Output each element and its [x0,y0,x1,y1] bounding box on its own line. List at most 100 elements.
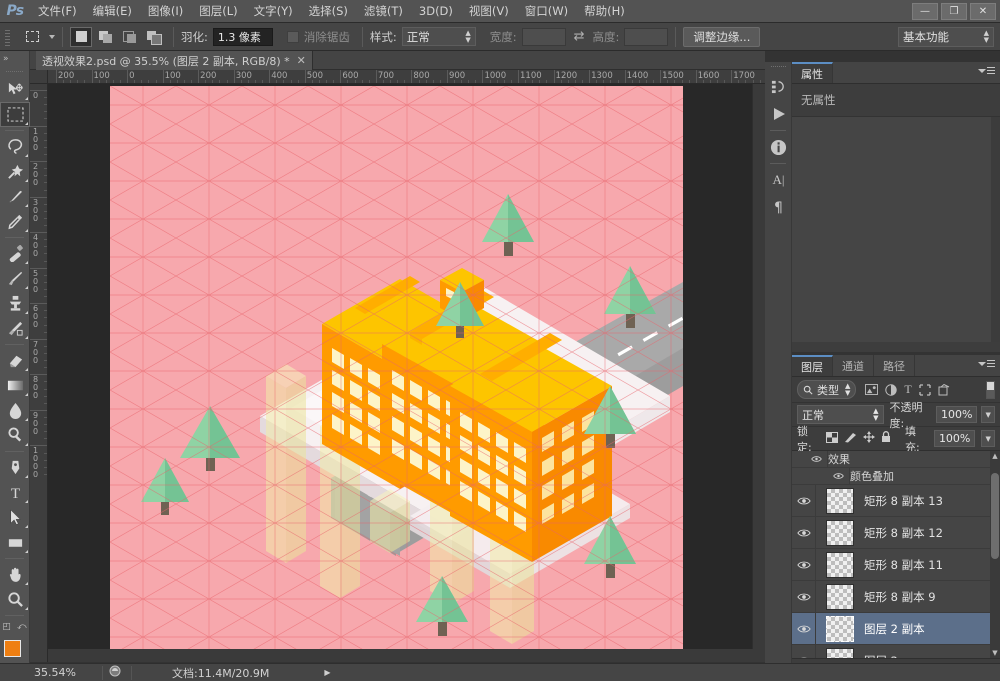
document-tab[interactable]: 透视效果2.psd @ 35.5% (图层 2 副本, RGB/8) * ✕ [36,51,313,70]
lock-image-pixels-icon[interactable] [844,432,857,446]
lasso-tool[interactable] [0,134,30,159]
minimize-button[interactable]: — [912,3,938,20]
menu-3[interactable]: 图像(I) [140,0,191,22]
layer-row[interactable]: 图层 2 副本 [792,613,1000,645]
shape-filter-icon[interactable] [919,384,931,396]
lock-all-icon[interactable] [881,431,891,446]
scrollbar-thumb[interactable] [991,473,999,559]
layer-effect-row[interactable]: 效果 [792,451,1000,468]
pixel-filter-icon[interactable] [865,384,878,395]
current-tool-icon[interactable] [19,26,45,48]
layer-visibility-toggle[interactable] [792,549,816,580]
zoom-level-field[interactable]: 35.54% [30,665,102,681]
lock-position-icon[interactable] [863,431,875,446]
status-expand-arrow-icon[interactable]: ▶ [324,668,330,677]
healing-brush-tool[interactable] [0,241,30,266]
effect-visibility-toggle[interactable] [792,451,828,467]
layer-row[interactable]: 矩形 8 副本 13 [792,485,1000,517]
layer-thumbnail[interactable] [826,648,854,659]
layer-thumbnail[interactable] [826,488,854,514]
canvas-vertical-scrollbar[interactable] [752,84,765,662]
layer-visibility-toggle[interactable] [792,645,816,658]
type-filter-icon[interactable]: T [904,382,911,397]
gradient-tool[interactable] [0,373,30,398]
foreground-color-swatch[interactable] [4,640,21,657]
feather-input[interactable]: 1.3 像素 [213,28,273,46]
type-tool[interactable]: T [0,480,30,505]
add-to-selection-button[interactable] [94,27,116,47]
menu-4[interactable]: 图层(L) [191,0,245,22]
eraser-tool[interactable] [0,348,30,373]
info-icon[interactable] [765,133,792,161]
new-selection-button[interactable] [70,27,92,47]
artboard[interactable] [110,86,683,659]
document-profile-icon[interactable] [109,665,121,680]
menu-10[interactable]: 窗口(W) [517,0,576,22]
hand-tool[interactable] [0,562,30,587]
horizontal-ruler[interactable]: 2001000100200300400500600700800900100011… [48,70,765,84]
layer-visibility-toggle[interactable] [792,581,816,612]
smart-object-filter-icon[interactable] [938,384,950,396]
pen-tool[interactable] [0,455,30,480]
blend-mode-select[interactable]: 正常 ▲▼ [797,405,884,424]
layer-row[interactable]: 矩形 8 副本 9 [792,581,1000,613]
properties-scrollbar[interactable] [991,117,1000,342]
swap-colors-icon[interactable]: ⤺ [17,622,27,632]
toolbar-grip[interactable] [0,67,29,77]
rectangular-marquee-tool[interactable] [0,102,30,127]
layers-scrollbar[interactable]: ▲ ▼ [990,451,1000,658]
zoom-tool[interactable] [0,587,30,612]
fill-value[interactable]: 100% [934,430,975,447]
refine-edge-button[interactable]: 调整边缘... [683,27,760,47]
subtract-from-selection-button[interactable] [118,27,140,47]
options-bar-grip[interactable] [2,27,12,47]
scroll-up-icon[interactable]: ▲ [991,451,999,461]
brush-tool[interactable] [0,266,30,291]
crop-tool[interactable] [0,184,30,209]
properties-panel-menu-button[interactable] [978,67,995,74]
layer-list[interactable]: ▲ ▼ 效果颜色叠加矩形 8 副本 13矩形 8 副本 12矩形 8 副本 11… [792,451,1000,658]
scroll-down-icon[interactable]: ▼ [991,648,999,658]
layer-row[interactable]: 矩形 8 副本 12 [792,517,1000,549]
rectangle-tool[interactable] [0,530,30,555]
menu-8[interactable]: 3D(D) [411,1,461,21]
tool-preset-chevron-down-icon[interactable] [49,35,55,39]
menu-5[interactable]: 文字(Y) [246,0,301,22]
paragraph-icon[interactable]: ¶ [765,194,792,222]
menu-11[interactable]: 帮助(H) [576,0,633,22]
canvas-horizontal-scrollbar[interactable] [48,649,765,662]
blur-tool[interactable] [0,398,30,423]
layer-thumbnail[interactable] [826,552,854,578]
clone-stamp-tool[interactable] [0,291,30,316]
style-select[interactable]: 正常 ▲▼ [402,27,476,46]
width-input[interactable] [522,28,566,46]
layer-visibility-toggle[interactable] [792,517,816,548]
menu-1[interactable]: 文件(F) [30,0,85,22]
menu-6[interactable]: 选择(S) [301,0,356,22]
tab-paths[interactable]: 路径 [874,355,915,376]
antialias-checkbox[interactable] [287,31,299,43]
layer-thumbnail[interactable] [826,520,854,546]
magic-wand-tool[interactable] [0,159,30,184]
actions-play-icon[interactable] [765,100,792,128]
canvas-area[interactable] [48,84,765,662]
layer-row[interactable]: 矩形 8 副本 11 [792,549,1000,581]
close-button[interactable]: ✕ [970,3,996,20]
menu-2[interactable]: 编辑(E) [85,0,140,22]
tab-channels[interactable]: 通道 [833,355,874,376]
move-tool[interactable] [0,77,30,102]
layers-panel-menu-button[interactable] [978,360,995,367]
adjustment-filter-icon[interactable] [885,384,897,396]
tab-layers[interactable]: 图层 [792,355,833,376]
layer-thumbnail[interactable] [826,616,854,642]
history-icon[interactable] [765,72,792,100]
layer-row[interactable]: 图层 2 [792,645,1000,658]
dock-grip[interactable] [765,62,791,72]
swap-width-height-icon[interactable]: ⇄ [574,29,585,44]
maximize-button[interactable]: ❐ [941,3,967,20]
height-input[interactable] [624,28,668,46]
intersect-selection-button[interactable] [142,27,164,47]
workspace-select[interactable]: 基本功能 ▲▼ [898,27,994,47]
fill-chevron-down-icon[interactable]: ▼ [981,430,995,447]
character-icon[interactable]: A| [765,166,792,194]
